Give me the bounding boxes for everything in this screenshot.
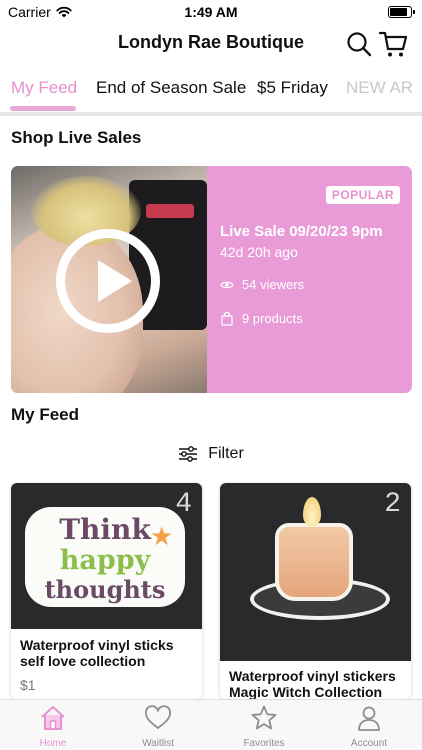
eye-icon [220,281,234,288]
play-icon[interactable] [56,229,160,333]
candle-flame-graphic [303,497,321,527]
popular-badge: POPULAR [325,186,400,204]
app-header: Londyn Rae Boutique [0,24,422,64]
nav-favorites[interactable]: Favorites [222,704,306,749]
battery-fill [390,8,407,16]
nav-home-label: Home [39,738,67,749]
tab-my-feed[interactable]: My Feed [11,78,77,98]
filter-icon [179,446,198,462]
cart-icon[interactable] [378,29,408,59]
video-shirt-print [146,204,194,218]
product-title: Waterproof vinyl stickers Magic Witch Co… [229,668,396,699]
product-title-line2: self love collection [20,653,146,669]
viewers-count: 54 viewers [242,277,305,292]
product-title-line1: Waterproof vinyl stickers [229,668,396,684]
search-icon[interactable] [345,30,373,58]
product-image[interactable]: 2 [220,483,411,661]
product-card[interactable]: 2 Waterproof vinyl stickers Magic Witch … [220,483,411,699]
viewers-row: 54 viewers [220,277,304,292]
account-icon [358,706,380,731]
sticker-text-line3: thoughts [44,575,166,604]
heart-icon [145,705,171,729]
live-sale-card[interactable]: POPULAR Live Sale 09/20/23 9pm 42d 20h a… [11,166,412,393]
tab-new-arrivals[interactable]: NEW AR [346,78,413,98]
home-icon [41,706,65,730]
play-triangle [98,260,132,302]
nav-account-label: Account [350,738,388,749]
star-sticker-icon: ★ [150,521,174,551]
product-card[interactable]: Think happy thoughts ★ 4 Waterproof viny… [11,483,202,699]
product-quantity: 2 [384,489,401,520]
active-tab-indicator [10,106,76,111]
product-quantity: 4 [175,489,192,520]
filter-label: Filter [208,445,244,462]
tab-5-friday[interactable]: $5 Friday [257,78,328,98]
product-title: Waterproof vinyl sticks self love collec… [20,637,174,669]
product-price: $1 [20,677,36,693]
nav-waitlist[interactable]: Waitlist [116,704,200,749]
products-row: 9 products [220,311,303,326]
product-title-line1: Waterproof vinyl sticks [20,637,174,653]
candle-body-graphic [275,523,353,601]
category-tabs: My Feed End of Season Sale $5 Friday NEW… [0,64,422,112]
think-happy-thoughts-sticker: Think happy thoughts ★ [25,507,185,607]
tabs-divider [0,112,422,116]
nav-waitlist-label: Waitlist [142,738,174,749]
product-title-line2: Magic Witch Collection [229,684,383,699]
nav-account[interactable]: Account [327,704,411,749]
nav-home[interactable]: Home [11,704,95,749]
battery-icon [388,6,415,18]
my-feed-title: My Feed [11,405,80,424]
filter-button[interactable]: Filter [0,441,422,467]
nav-favorites-label: Favorites [243,738,285,749]
live-sale-time-ago: 42d 20h ago [220,244,298,260]
shop-live-title: Shop Live Sales [11,128,142,147]
live-sale-info: POPULAR Live Sale 09/20/23 9pm 42d 20h a… [207,166,412,393]
status-bar: Carrier 1:49 AM [0,0,422,24]
products-count: 9 products [242,311,303,326]
live-video-thumbnail[interactable] [11,166,207,393]
product-image[interactable]: Think happy thoughts ★ 4 [11,483,202,629]
bag-icon [221,311,233,326]
bottom-tab-bar: Home Waitlist Favorites Account [0,699,422,750]
tab-end-of-season-sale[interactable]: End of Season Sale [96,78,246,98]
live-sale-title: Live Sale 09/20/23 9pm [220,223,383,240]
star-icon [251,705,277,730]
status-time: 1:49 AM [184,4,238,20]
